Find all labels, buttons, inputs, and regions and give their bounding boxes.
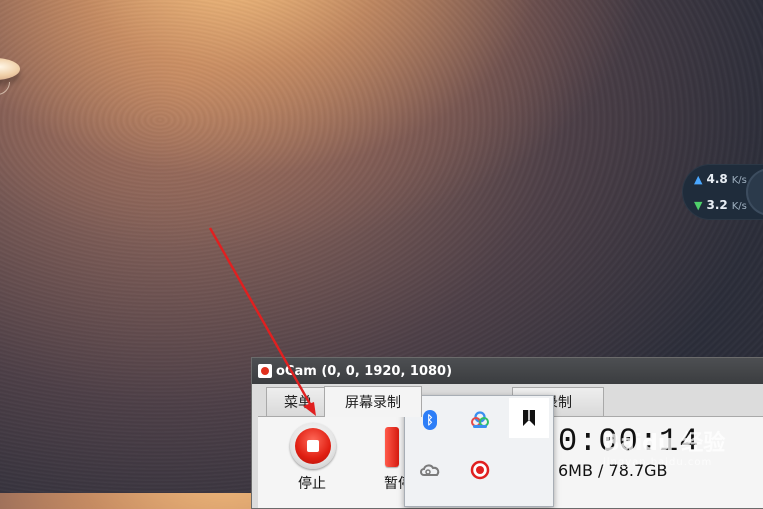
- annotation-arrow: [208, 227, 316, 416]
- watermark-logo: Baidu 经验 jingyan.baidu.com: [603, 431, 726, 468]
- tab-screen-recording[interactable]: 屏幕录制: [324, 386, 422, 417]
